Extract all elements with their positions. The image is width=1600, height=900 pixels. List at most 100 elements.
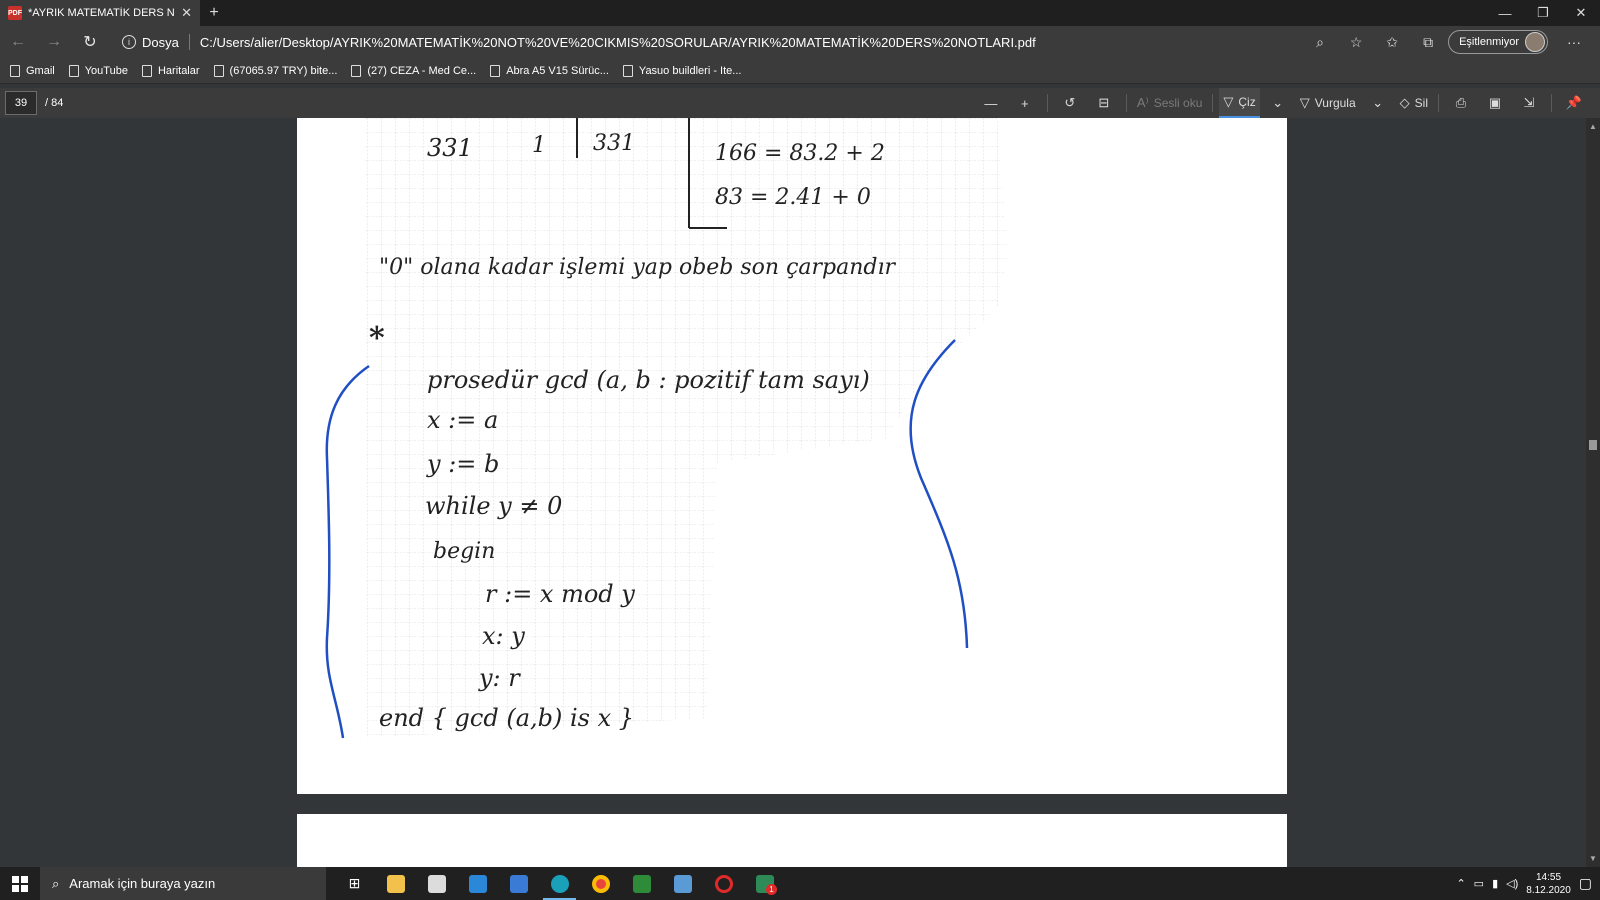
close-tab-icon[interactable]: ✕ (181, 5, 192, 21)
zoom-icon[interactable]: ⌕ (1304, 34, 1336, 51)
favorites-icon[interactable]: ✩ (1376, 34, 1408, 51)
divider (1212, 94, 1214, 112)
more-options-icon[interactable]: ··· (1558, 34, 1590, 50)
app-blue-icon[interactable] (498, 867, 539, 900)
restore-icon[interactable]: ❐ (1524, 0, 1562, 26)
taskbar: ⌕ Aramak için buraya yazın ⊞ 1 ⌃ ▭ ▮ ◁) … (0, 867, 1600, 900)
page-icon (490, 64, 501, 77)
sync-label: Eşitlenmiyor (1459, 36, 1519, 48)
notification-badge: 1 (766, 884, 777, 895)
fit-page-icon[interactable]: ⊟ (1088, 88, 1120, 118)
forward-icon[interactable]: → (36, 26, 72, 58)
url-text[interactable]: C:/Users/alier/Desktop/AYRIK%20MATEMATİK… (200, 35, 1036, 50)
bookmark-abra[interactable]: Abra A5 V15 Sürüc... (490, 64, 609, 77)
back-icon[interactable]: ← (0, 26, 36, 58)
chevron-up-icon[interactable]: ⌃ (1456, 877, 1465, 890)
profile-sync-button[interactable]: Eşitlenmiyor (1448, 30, 1548, 54)
pin-toolbar-icon[interactable]: 📌 (1558, 88, 1590, 118)
draw-label: Çiz (1238, 95, 1256, 109)
bookmark-gmail[interactable]: Gmail (10, 64, 55, 77)
info-icon[interactable]: i (122, 35, 136, 49)
favorite-star-icon[interactable]: ☆ (1340, 34, 1372, 51)
hw-line7: x: y (482, 622, 525, 650)
bookmark-yasuo[interactable]: Yasuo buildleri - Ite... (622, 64, 742, 77)
draw-options-chevron-icon[interactable]: ⌄ (1262, 88, 1294, 118)
zoom-in-icon[interactable]: + (1009, 88, 1041, 118)
network-icon[interactable]: ▭ (1474, 877, 1484, 890)
search-placeholder: Aramak için buraya yazın (69, 876, 216, 891)
scroll-up-icon[interactable]: ▲ (1589, 122, 1597, 131)
read-aloud-label: Sesli oku (1153, 96, 1203, 110)
title-bar: PDF *AYRIK MATEMATİK DERS NOTL/ ✕ + — ❐ … (0, 0, 1600, 26)
pdf-viewport[interactable]: 331 1 331 166 = 83.2 + 2 83 = 2.41 + 0 "… (0, 118, 1600, 867)
bookmark-bitcoin[interactable]: (67065.97 TRY) bite... (213, 64, 337, 77)
bookmark-label: Haritalar (157, 64, 200, 77)
taskbar-search[interactable]: ⌕ Aramak için buraya yazın (40, 867, 326, 900)
read-aloud-button[interactable]: A⁾ Sesli oku (1133, 88, 1207, 118)
chrome-icon[interactable] (580, 867, 621, 900)
pdf-next-page (297, 814, 1287, 867)
pen-brace-right (909, 339, 969, 649)
hw-line6: r := x mod y (485, 580, 635, 608)
bookmark-ceza[interactable]: (27) CEZA - Med Ce... (351, 64, 476, 77)
address-field[interactable]: i Dosya C:/Users/alier/Desktop/AYRIK%20M… (122, 29, 1362, 55)
edge-icon[interactable] (539, 867, 580, 900)
draw-button[interactable]: ▽ Çiz (1219, 88, 1260, 118)
notifications-icon[interactable]: ▢ (1579, 875, 1592, 892)
minimize-icon[interactable]: — (1486, 0, 1524, 26)
highlight-options-chevron-icon[interactable]: ⌄ (1362, 88, 1394, 118)
hw-row1-a: 331 (427, 134, 473, 162)
rotate-icon[interactable]: ↺ (1054, 88, 1086, 118)
refresh-icon[interactable]: ↻ (72, 26, 108, 58)
store-icon[interactable] (416, 867, 457, 900)
volume-icon[interactable]: ◁) (1506, 877, 1518, 890)
pen-brace-left (325, 364, 370, 739)
bookmark-haritalar[interactable]: Haritalar (141, 64, 200, 77)
highlight-button[interactable]: ▽ Vurgula (1296, 88, 1360, 118)
page-icon (213, 64, 224, 77)
read-aloud-icon: A⁾ (1136, 95, 1149, 110)
divider (1551, 94, 1552, 112)
whatsapp-icon[interactable]: 1 (744, 867, 785, 900)
task-view-icon[interactable]: ⊞ (334, 867, 375, 900)
erase-button[interactable]: ◇ Sil (1396, 88, 1432, 118)
pdf-toolbar: 39 / 84 — + ↺ ⊟ A⁾ Sesli oku ▽ Çiz ⌄ ▽ Vurg… (0, 88, 1600, 118)
zoom-out-icon[interactable]: — (975, 88, 1007, 118)
bookmark-label: Abra A5 V15 Sürüc... (506, 64, 609, 77)
save-as-icon[interactable]: ⇲ (1513, 88, 1545, 118)
search-icon: ⌕ (52, 875, 60, 891)
tab-pdf-document[interactable]: PDF *AYRIK MATEMATİK DERS NOTL/ ✕ (0, 0, 200, 26)
erase-label: Sil (1414, 96, 1428, 110)
file-explorer-icon[interactable] (375, 867, 416, 900)
collections-icon[interactable]: ⧉ (1412, 34, 1444, 51)
save-icon[interactable]: ▣ (1479, 88, 1511, 118)
page-total: / 84 (45, 97, 64, 109)
divider (1438, 94, 1439, 112)
clock[interactable]: 14:55 8.12.2020 (1526, 871, 1571, 897)
print-icon[interactable]: ⎙ (1445, 88, 1477, 118)
bookmark-label: YouTube (84, 64, 128, 77)
battery-icon[interactable]: ▮ (1492, 877, 1498, 890)
highlight-label: Vurgula (1314, 96, 1356, 110)
opera-icon[interactable] (703, 867, 744, 900)
hw-line5: begin (433, 539, 495, 564)
page-number-input[interactable]: 39 (5, 91, 37, 115)
security-label: Dosya (142, 34, 179, 50)
divider (1125, 94, 1127, 112)
taskbar-apps: ⊞ 1 (334, 867, 785, 900)
hw-row1-c: 331 (593, 131, 635, 156)
scroll-thumb[interactable] (1589, 440, 1597, 450)
bookmark-youtube[interactable]: YouTube (68, 64, 128, 77)
divider (1046, 94, 1048, 112)
window-close-icon[interactable]: ✕ (1562, 0, 1600, 26)
page-icon (68, 64, 79, 77)
bookmark-label: Yasuo buildleri - Ite... (638, 64, 742, 77)
mail-icon[interactable] (457, 867, 498, 900)
scroll-down-icon[interactable]: ▼ (1589, 854, 1597, 863)
box-app-icon[interactable] (662, 867, 703, 900)
game-app-icon[interactable] (621, 867, 662, 900)
windows-start-icon[interactable] (0, 867, 40, 900)
new-tab-button[interactable]: + (200, 0, 228, 26)
date: 8.12.2020 (1526, 884, 1571, 896)
vertical-scrollbar[interactable]: ▲ ▼ (1586, 118, 1600, 867)
